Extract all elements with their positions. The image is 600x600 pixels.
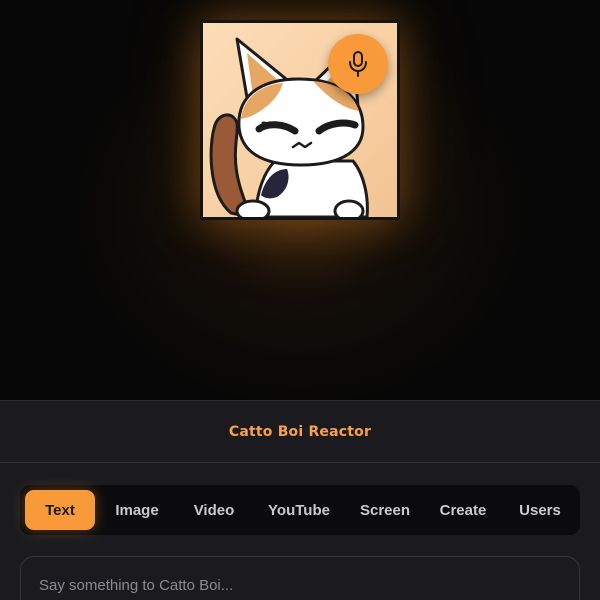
mode-tabs: Text Image Video YouTube Screen Create U… — [20, 485, 580, 535]
chat-input-container — [20, 556, 580, 600]
control-panel: Catto Boi Reactor Text Image Video YouTu… — [0, 400, 600, 600]
tab-label: Video — [193, 501, 235, 519]
tab-label: Screen — [359, 501, 411, 519]
tab-youtube[interactable]: YouTube — [249, 490, 349, 530]
microphone-button[interactable] — [328, 34, 388, 94]
microphone-icon — [349, 51, 367, 77]
panel-header: Catto Boi Reactor — [0, 401, 600, 463]
tab-image[interactable]: Image — [95, 490, 179, 530]
tab-video[interactable]: Video — [179, 490, 249, 530]
tab-label: Create — [439, 501, 487, 519]
tab-label: Text — [45, 501, 75, 519]
tab-create[interactable]: Create — [421, 490, 505, 530]
tab-label: Image — [115, 501, 159, 519]
tab-label: YouTube — [268, 501, 330, 519]
avatar-stage — [0, 0, 600, 400]
app-title: Catto Boi Reactor — [228, 423, 372, 440]
tab-text[interactable]: Text — [25, 490, 95, 530]
tab-users[interactable]: Users — [505, 490, 575, 530]
tab-screen[interactable]: Screen — [349, 490, 421, 530]
tab-label: Users — [519, 501, 561, 519]
chat-input[interactable] — [21, 557, 579, 594]
